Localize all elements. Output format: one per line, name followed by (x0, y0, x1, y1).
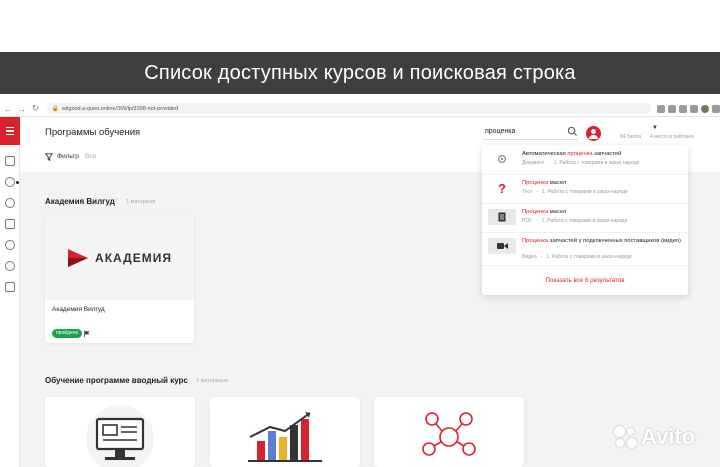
chevron-right-icon: › (185, 376, 188, 383)
address-url: wilgood.a-quee.online/369/lp/3398-not-pr… (61, 105, 179, 112)
avito-logo-text: Avito (641, 424, 696, 449)
chevron-down-icon[interactable]: ▼ (652, 125, 658, 131)
bar-chart-illustration (248, 412, 322, 462)
search-result-meta: Документ · 1. Работа с товарами в заказ-на… (522, 160, 640, 166)
search-query: проценка (485, 128, 516, 135)
search-result-item[interactable]: ? Проценка масел Тест · 1. Работа с товара… (482, 174, 688, 204)
computer-illustration (86, 405, 154, 467)
share-icon[interactable] (656, 104, 665, 113)
search-result-item[interactable]: Проценка запчастей у подключенных постав… (482, 232, 688, 266)
chat-icon[interactable] (5, 282, 15, 292)
address-bar[interactable]: 🔒 wilgood.a-quee.online/369/lp/3398-not-… (47, 103, 651, 114)
users-icon[interactable] (5, 240, 15, 250)
search-results-dropdown: Автоматическая проценка запчастей Докуме… (482, 145, 688, 295)
avito-watermark: Avito (614, 424, 695, 450)
video-icon (488, 238, 516, 254)
title-banner: Список доступных курсов и поисковая стро… (0, 52, 720, 94)
document-icon (488, 209, 516, 225)
course-name: Академия Вилгуд (52, 306, 105, 313)
show-all-results-link[interactable]: Показать все 6 результатов (482, 277, 688, 284)
course-card[interactable] (45, 397, 195, 467)
section-title[interactable]: Академия Вилгуд (45, 197, 115, 206)
browser-extensions (656, 104, 720, 113)
kebab-menu-icon[interactable] (711, 104, 720, 113)
search-result-title: Проценка запчастей у подключенных постав… (522, 238, 681, 244)
home-icon[interactable] (5, 156, 15, 166)
extension-icon[interactable] (678, 104, 687, 113)
star-icon[interactable] (667, 104, 676, 113)
network-illustration (422, 412, 476, 456)
search-result-title: Автоматическая проценка запчастей (522, 151, 622, 157)
user-points: 84 балла (620, 134, 642, 140)
hamburger-menu-button[interactable] (0, 117, 20, 145)
gear-icon (488, 151, 516, 167)
search-icon[interactable] (567, 126, 578, 137)
avito-logo-icon (614, 425, 638, 449)
user-rank: 4 место в рейтинге (650, 134, 695, 140)
chevron-right-icon: › (115, 197, 118, 204)
user-avatar[interactable] (586, 126, 601, 141)
filter-icon[interactable] (45, 153, 53, 161)
course-card[interactable] (374, 397, 524, 467)
page-title: Программы обучения (45, 127, 141, 138)
sidebar (0, 117, 20, 467)
course-card[interactable] (210, 397, 360, 467)
back-icon[interactable]: ← (2, 103, 14, 115)
filter-value[interactable]: Все (85, 153, 96, 160)
course-card[interactable]: АКАДЕМИЯ Академия Вилгуд пройдено (45, 216, 194, 343)
academy-logo: АКАДЕМИЯ (67, 247, 172, 269)
browser-toolbar: ← → ↻ 🔒 wilgood.a-quee.online/369/lp/339… (0, 101, 720, 117)
profile-avatar[interactable] (700, 104, 709, 113)
course-cover: АКАДЕМИЯ (45, 216, 194, 300)
academy-logo-icon (68, 249, 89, 267)
section-count: 1 материал (126, 199, 156, 205)
puzzle-icon[interactable] (689, 104, 698, 113)
search-result-meta: PDF · 1. Работа с товарами в заказ-наряде (522, 218, 628, 224)
lock-icon: 🔒 (51, 106, 59, 112)
banner-title: Список доступных курсов и поисковая стро… (144, 61, 576, 84)
info-icon[interactable] (5, 198, 15, 208)
search-result-meta: Тест · 1. Работа с товарами в заказ-наряде (522, 189, 628, 195)
filter-button[interactable]: Фильтр (57, 153, 79, 160)
forward-icon[interactable]: → (16, 103, 28, 115)
search-result-item[interactable]: Автоматическая проценка запчастей Докуме… (482, 145, 688, 175)
section-count: 3 материала (196, 378, 229, 384)
section-title[interactable]: Обучение программе вводный курс (45, 376, 188, 385)
trophy-icon[interactable] (5, 219, 15, 229)
academy-logo-text: АКАДЕМИЯ (95, 251, 172, 265)
status-badge: пройдено (52, 329, 83, 338)
courses-icon[interactable] (5, 177, 15, 187)
search-result-meta: Видео · 1. Работа с товарами в заказ-наряд… (522, 254, 632, 260)
search-result-item[interactable]: Проценка масел PDF · 1. Работа с товарами … (482, 203, 688, 233)
active-indicator (16, 181, 19, 184)
flag-icon[interactable] (83, 330, 91, 338)
search-input[interactable]: проценка (483, 124, 578, 140)
support-icon[interactable] (5, 261, 15, 271)
screenshot-root: Список доступных курсов и поисковая стро… (0, 0, 720, 467)
question-icon: ? (498, 180, 506, 196)
search-result-title: Проценка масел (522, 209, 567, 215)
search-result-title: Проценка масел (522, 180, 567, 186)
reload-icon[interactable]: ↻ (30, 103, 42, 115)
